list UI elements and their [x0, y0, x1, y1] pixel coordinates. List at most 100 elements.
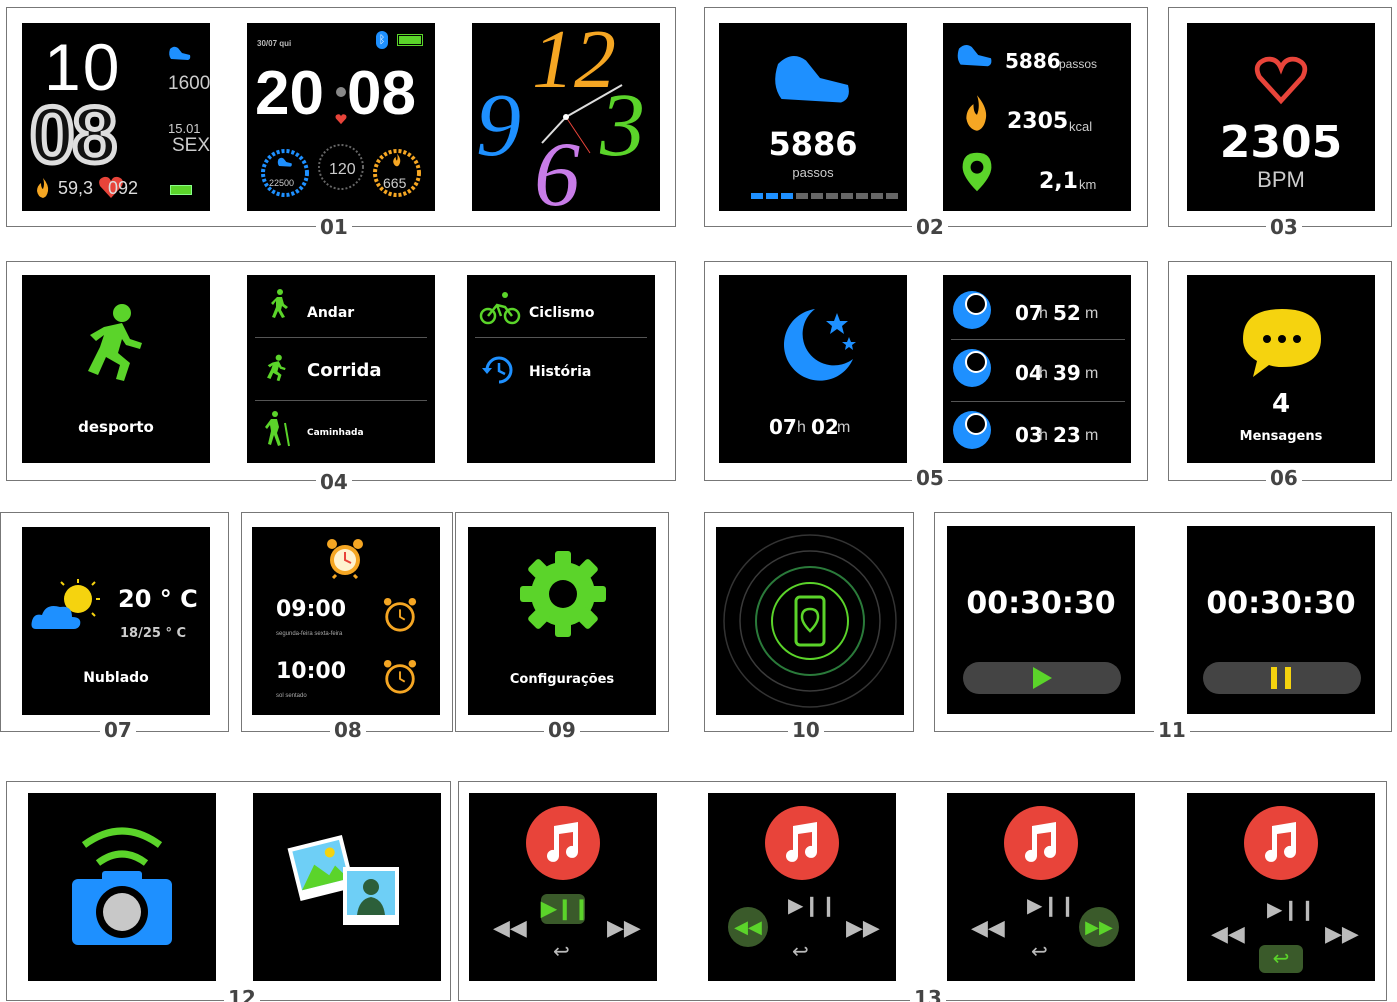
bluetooth-icon: ᛒ: [376, 31, 388, 49]
row-minutes: 52: [1053, 301, 1081, 325]
bpm-value: 2305: [1219, 117, 1343, 168]
fast-forward-button[interactable]: ▶▶: [1079, 907, 1119, 947]
play-icon: [1033, 667, 1052, 689]
row-m-unit: m: [1085, 427, 1099, 444]
play-pause-icon[interactable]: ▶❙❙: [788, 893, 837, 918]
gallery-screen[interactable]: [253, 793, 441, 981]
list-item-hike[interactable]: Caminhada: [247, 401, 435, 463]
section-label: 08: [330, 720, 366, 740]
fast-forward-icon[interactable]: ▶▶: [1325, 921, 1359, 947]
music-screen-2[interactable]: ▶❙❙ ◀◀ ▶▶ ↩: [708, 793, 896, 981]
alarm-row[interactable]: 09:00 segunda-feira sexta-feira: [252, 593, 440, 643]
back-icon[interactable]: ↩: [1031, 939, 1048, 964]
kcal-unit: kcal: [1069, 119, 1093, 134]
sport-list-1[interactable]: Andar Corrida Caminhada: [247, 275, 435, 463]
messages-label: Mensagens: [1239, 429, 1323, 444]
fast-forward-icon[interactable]: ▶▶: [846, 915, 880, 941]
sport-label: desporto: [78, 418, 154, 436]
flame-icon: [37, 178, 49, 198]
pause-icon: [1271, 667, 1291, 689]
play-button[interactable]: [963, 662, 1121, 694]
list-item-run[interactable]: Corrida: [247, 338, 435, 400]
alarm-screen[interactable]: 09:00 segunda-feira sexta-feira 10:00 so…: [252, 527, 440, 715]
list-item-history[interactable]: História: [467, 338, 655, 400]
distance-value: 2,1: [1039, 169, 1078, 194]
rewind-button[interactable]: ◀◀: [728, 907, 768, 947]
steps-value: 1600: [168, 73, 210, 94]
flame-icon: [393, 153, 401, 167]
find-phone-screen[interactable]: [716, 527, 904, 715]
remote-camera-screen[interactable]: [28, 793, 216, 981]
sleep-screen[interactable]: 07 h 02 m: [719, 275, 907, 463]
sleep-row: 04 h 39 m: [943, 339, 1131, 401]
back-icon[interactable]: ↩: [553, 939, 570, 964]
section-label: 09: [544, 720, 580, 740]
shoe-icon: [957, 44, 992, 67]
sport-list-2[interactable]: Ciclismo História: [467, 275, 655, 463]
steps-goal: 22500: [269, 178, 295, 188]
section-label: 01: [316, 217, 352, 237]
play-pause-button[interactable]: ▶❙❙: [541, 894, 590, 924]
rewind-icon[interactable]: ◀◀: [1211, 921, 1245, 947]
music-screen-1[interactable]: ◀◀ ▶❙❙ ▶▶ ↩: [469, 793, 657, 981]
alarm-row[interactable]: 10:00 sol sentado: [252, 655, 440, 705]
progress-segment: [766, 193, 778, 199]
time-hour: 20: [255, 59, 324, 128]
fast-forward-icon[interactable]: ▶▶: [607, 915, 641, 941]
settings-label: Configurações: [509, 672, 615, 687]
flame-icon: [966, 95, 987, 131]
steps-unit: passos: [792, 165, 834, 180]
progress-segment: [856, 193, 868, 199]
music-icon: [1244, 806, 1318, 880]
alarm-time: 09:00: [276, 597, 347, 622]
rewind-icon[interactable]: ◀◀: [493, 915, 527, 941]
kcal-value: 665: [383, 175, 407, 191]
section-label: 04: [316, 472, 352, 492]
bpm-unit: BPM: [1257, 167, 1305, 192]
music-screen-4[interactable]: ▶❙❙ ◀◀ ▶▶ ↩: [1187, 793, 1375, 981]
weather-screen[interactable]: 20 ° C 18/25 ° C Nublado: [22, 527, 210, 715]
section-label: 06: [1266, 468, 1302, 488]
play-pause-icon[interactable]: ▶❙❙: [1027, 893, 1076, 918]
phone-location-icon: [794, 595, 826, 647]
progress-segment: [811, 193, 823, 199]
settings-screen[interactable]: Configurações: [468, 527, 656, 715]
watchface-digital[interactable]: 10 08 1600 15.01 SEX 59,3 092: [22, 23, 210, 211]
moon-star-icon: [953, 349, 991, 387]
activity-summary[interactable]: 5886 passos 2305 kcal 2,1 km: [943, 23, 1131, 211]
pause-button[interactable]: [1203, 662, 1361, 694]
sport-screen[interactable]: desporto: [22, 275, 210, 463]
music-icon: [1004, 806, 1078, 880]
back-icon[interactable]: ↩: [792, 939, 809, 964]
photos-icon: [287, 834, 399, 925]
music-screen-3[interactable]: ▶❙❙ ◀◀ ▶▶ ↩: [947, 793, 1135, 981]
rewind-icon[interactable]: ◀◀: [971, 915, 1005, 941]
gear-icon: [520, 551, 606, 637]
back-button[interactable]: ↩: [1259, 945, 1303, 973]
play-pause-icon[interactable]: ▶❙❙: [1267, 897, 1316, 922]
running-icon: [267, 354, 286, 382]
moon-icon: [783, 309, 856, 381]
stopwatch-paused[interactable]: 00:30:30: [947, 526, 1135, 714]
shoe-icon: [169, 46, 191, 60]
item-label: Corrida: [307, 360, 382, 381]
watchface-analog[interactable]: 12 3 6 9: [472, 23, 660, 211]
heart-rate-screen[interactable]: 2305 BPM: [1187, 23, 1375, 211]
watchface-modern[interactable]: 30/07 qui ᛒ 20 08 22500 120 665: [247, 23, 435, 211]
battery-icon: [397, 34, 423, 46]
messages-screen[interactable]: 4 Mensagens: [1187, 275, 1375, 463]
sleep-details[interactable]: 07 h 52 m 04 h 39 m 03 h 23 m: [943, 275, 1131, 463]
hours-unit: h: [797, 419, 806, 436]
section-label: 11: [1154, 720, 1190, 740]
history-icon: [482, 356, 513, 384]
alarm-clock-icon: [383, 659, 417, 694]
running-icon: [88, 304, 142, 381]
steps-screen[interactable]: 5886 passos: [719, 23, 907, 211]
date-value: 15.01: [168, 121, 201, 136]
list-item-cycling[interactable]: Ciclismo: [467, 275, 655, 337]
list-item-walk[interactable]: Andar: [247, 275, 435, 337]
section-label: 12: [224, 988, 260, 1002]
stopwatch-running[interactable]: 00:30:30: [1187, 526, 1375, 714]
row-m-unit: m: [1085, 365, 1099, 382]
partly-cloudy-icon: [31, 579, 100, 629]
